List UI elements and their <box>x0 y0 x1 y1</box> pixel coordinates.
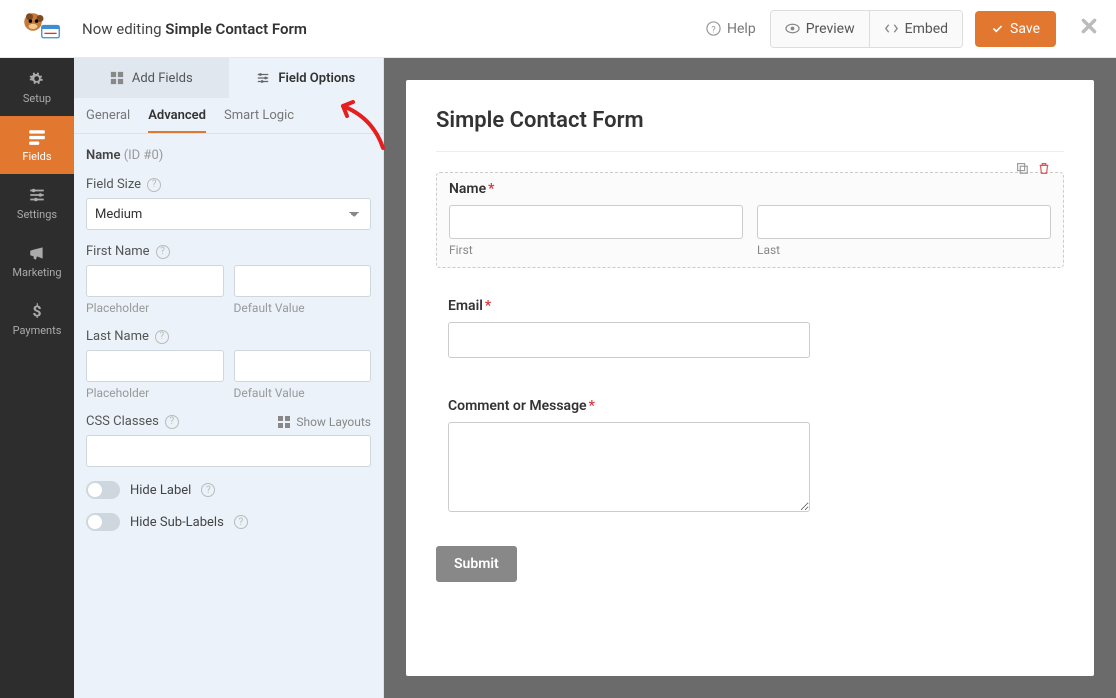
first-input[interactable] <box>449 205 743 239</box>
subtab-smart-logic[interactable]: Smart Logic <box>224 108 294 133</box>
field-size-label: Field Size? <box>86 177 371 192</box>
first-name-label: First Name? <box>86 244 371 259</box>
last-name-placeholder-input[interactable] <box>86 350 224 382</box>
sliders-icon <box>256 71 270 85</box>
last-sublabel: Last <box>757 243 1051 257</box>
placeholder-sublabel: Placeholder <box>86 301 224 315</box>
gear-icon <box>28 70 46 88</box>
help-icon[interactable]: ? <box>155 330 169 344</box>
save-button[interactable]: Save <box>975 11 1056 47</box>
hide-sublabels-toggle[interactable] <box>86 513 120 531</box>
placeholder-sublabel: Placeholder <box>86 386 224 400</box>
first-name-placeholder-input[interactable] <box>86 265 224 297</box>
svg-text:?: ? <box>711 24 716 35</box>
last-input[interactable] <box>757 205 1051 239</box>
grid-icon <box>110 71 124 85</box>
nav-payments[interactable]: $ Payments <box>0 290 74 348</box>
help-icon[interactable]: ? <box>156 245 170 259</box>
field-heading: Name (ID #0) <box>86 148 371 163</box>
options-panel: Add Fields Field Options General Advance… <box>74 58 384 698</box>
submit-button[interactable]: Submit <box>436 546 517 582</box>
duplicate-icon[interactable] <box>1015 161 1029 175</box>
comment-textarea[interactable] <box>448 422 810 512</box>
trash-icon[interactable] <box>1037 161 1051 175</box>
comment-label: Comment or Message* <box>448 398 1052 414</box>
subtab-advanced[interactable]: Advanced <box>148 108 206 133</box>
check-icon <box>991 22 1004 35</box>
close-button[interactable] <box>1080 16 1098 41</box>
nav-fields[interactable]: Fields <box>0 116 74 174</box>
tab-add-fields[interactable]: Add Fields <box>74 58 229 98</box>
field-size-select[interactable]: Medium <box>86 198 371 230</box>
last-name-default-input[interactable] <box>234 350 372 382</box>
now-editing-label: Now editing Simple Contact Form <box>82 20 307 38</box>
email-input[interactable] <box>448 322 810 358</box>
subtab-general[interactable]: General <box>86 108 130 133</box>
preview-button[interactable]: Preview <box>771 11 869 47</box>
email-label: Email* <box>448 298 1052 314</box>
dollar-icon: $ <box>28 302 46 320</box>
close-icon <box>1080 17 1098 35</box>
last-name-label: Last Name? <box>86 329 371 344</box>
divider <box>436 151 1064 152</box>
layout-icon <box>278 416 290 428</box>
sliders-icon <box>28 186 46 204</box>
name-label: Name* <box>449 181 1051 197</box>
bullhorn-icon <box>28 244 46 262</box>
help-icon[interactable]: ? <box>147 178 161 192</box>
embed-button[interactable]: Embed <box>869 11 962 47</box>
help-icon: ? <box>706 21 721 36</box>
nav-settings[interactable]: Settings <box>0 174 74 232</box>
preview-field-email[interactable]: Email* <box>436 288 1064 368</box>
css-classes-input[interactable] <box>86 435 371 467</box>
topbar: Now editing Simple Contact Form ? Help P… <box>0 0 1116 58</box>
svg-text:$: $ <box>32 302 41 320</box>
tab-field-options[interactable]: Field Options <box>229 58 384 98</box>
first-sublabel: First <box>449 243 743 257</box>
code-icon <box>884 21 899 36</box>
preview-field-name[interactable]: Name* First Last <box>436 172 1064 268</box>
preview-embed-group: Preview Embed <box>770 10 963 48</box>
hide-sublabels-text: Hide Sub-Labels <box>130 515 224 530</box>
nav-marketing[interactable]: Marketing <box>0 232 74 290</box>
fields-icon <box>28 128 46 146</box>
hide-label-text: Hide Label <box>130 483 191 498</box>
help-icon[interactable]: ? <box>234 515 248 529</box>
help-link[interactable]: ? Help <box>706 21 756 37</box>
subtabs: General Advanced Smart Logic <box>74 98 383 134</box>
nav-setup[interactable]: Setup <box>0 58 74 116</box>
css-classes-label: CSS Classes? <box>86 414 179 429</box>
show-layouts-button[interactable]: Show Layouts <box>278 415 371 429</box>
logo <box>18 9 62 49</box>
hide-label-toggle[interactable] <box>86 481 120 499</box>
eye-icon <box>785 21 800 36</box>
preview-title: Simple Contact Form <box>436 108 1064 133</box>
preview-field-comment[interactable]: Comment or Message* <box>436 388 1064 526</box>
help-icon[interactable]: ? <box>201 483 215 497</box>
left-nav: Setup Fields Settings Marketing $ Paymen… <box>0 58 74 698</box>
preview-area: Simple Contact Form Name* First Last Ema… <box>384 58 1116 698</box>
first-name-default-input[interactable] <box>234 265 372 297</box>
default-sublabel: Default Value <box>234 386 372 400</box>
default-sublabel: Default Value <box>234 301 372 315</box>
help-icon[interactable]: ? <box>165 415 179 429</box>
